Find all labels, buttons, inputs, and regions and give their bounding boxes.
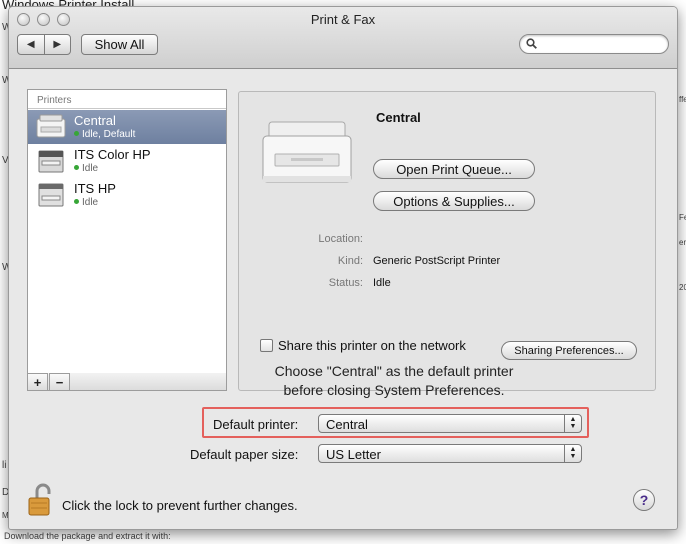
background-fragment: 200 — [679, 283, 686, 292]
printer-icon — [38, 183, 64, 207]
default-paper-size-label: Default paper size: — [190, 447, 299, 462]
remove-printer-button[interactable]: − — [49, 373, 70, 391]
printer-icon — [36, 114, 66, 138]
back-button[interactable]: ◀ — [18, 35, 44, 54]
location-label: Location: — [318, 233, 363, 245]
search-icon — [526, 38, 537, 52]
kind-label: Kind: — [337, 255, 363, 267]
printer-name: ITS HP — [74, 181, 116, 196]
printer-name: Central — [74, 113, 116, 128]
printer-status-text: Idle, Default — [82, 129, 136, 140]
selected-printer-name: Central — [376, 110, 421, 125]
popup-arrows-icon: ▲ ▼ — [564, 415, 581, 432]
sharing-preferences-button[interactable]: Sharing Preferences... — [501, 341, 637, 360]
background-bottom-text: Download the package and extract it with… — [4, 531, 171, 541]
printer-detail-panel: Central Open Print Queue... Options & Su… — [238, 91, 656, 398]
show-all-button[interactable]: Show All — [81, 34, 158, 55]
share-printer-label: Share this printer on the network — [278, 338, 466, 353]
printer-status: Idle — [74, 163, 98, 174]
default-printer-value: Central — [326, 417, 368, 432]
background-fragment: Fe — [679, 213, 686, 222]
window-title: Print & Fax — [310, 12, 376, 27]
default-printer-popup[interactable]: Central ▲ ▼ — [318, 414, 582, 433]
status-dot-icon — [74, 131, 79, 136]
default-paper-size-value: US Letter — [326, 447, 381, 462]
printers-list: Printers Central Idle, Default ITS Color… — [27, 89, 227, 376]
back-arrow-icon: ◀ — [26, 39, 35, 50]
add-printer-button[interactable]: + — [27, 373, 48, 391]
printer-item-its-color-hp[interactable]: ITS Color HP Idle — [28, 144, 226, 178]
default-printer-label: Default printer: — [213, 417, 299, 432]
background-fragment: li — [2, 460, 7, 471]
printer-item-central[interactable]: Central Idle, Default — [28, 110, 226, 144]
printer-status: Idle, Default — [74, 129, 135, 140]
search-field[interactable] — [519, 34, 669, 54]
printer-item-its-hp[interactable]: ITS HP Idle — [28, 178, 226, 212]
background-fragment: er — [679, 238, 686, 247]
status-dot-icon — [74, 165, 79, 170]
checkbox-box[interactable] — [260, 339, 273, 352]
lock-icon[interactable] — [27, 483, 55, 517]
printer-status: Idle — [74, 197, 98, 208]
status-value: Idle — [373, 277, 391, 289]
kind-value: Generic PostScript Printer — [373, 255, 501, 267]
printer-status-text: Idle — [82, 163, 99, 174]
search-input[interactable] — [542, 37, 662, 51]
status-label: Status: — [328, 277, 363, 289]
back-forward-control: ◀ ▶ — [17, 34, 71, 55]
help-button[interactable]: ? — [633, 489, 655, 511]
printer-name: ITS Color HP — [74, 147, 151, 162]
share-printer-checkbox[interactable]: Share this printer on the network — [260, 338, 466, 353]
printer-large-icon — [262, 121, 352, 183]
printer-icon — [38, 150, 64, 173]
forward-button[interactable]: ▶ — [43, 35, 71, 54]
printers-list-header: Printers — [28, 90, 226, 109]
instruction-note: Choose "Central" as the default printer … — [274, 363, 514, 398]
default-paper-size-popup[interactable]: US Letter ▲ ▼ — [318, 444, 582, 463]
titlebar: Print & Fax ◀ ▶ Show All — [9, 7, 677, 69]
print-fax-window: Print & Fax ◀ ▶ Show All Printers Centra… — [8, 6, 678, 530]
status-dot-icon — [74, 199, 79, 204]
options-supplies-button[interactable]: Options & Supplies... — [373, 191, 535, 211]
lock-message: Click the lock to prevent further change… — [62, 498, 298, 513]
open-print-queue-button[interactable]: Open Print Queue... — [373, 159, 535, 179]
printer-status-text: Idle — [82, 197, 99, 208]
popup-arrows-icon: ▲ ▼ — [564, 445, 581, 462]
forward-arrow-icon: ▶ — [53, 39, 62, 50]
background-fragment: ffe — [679, 95, 686, 104]
